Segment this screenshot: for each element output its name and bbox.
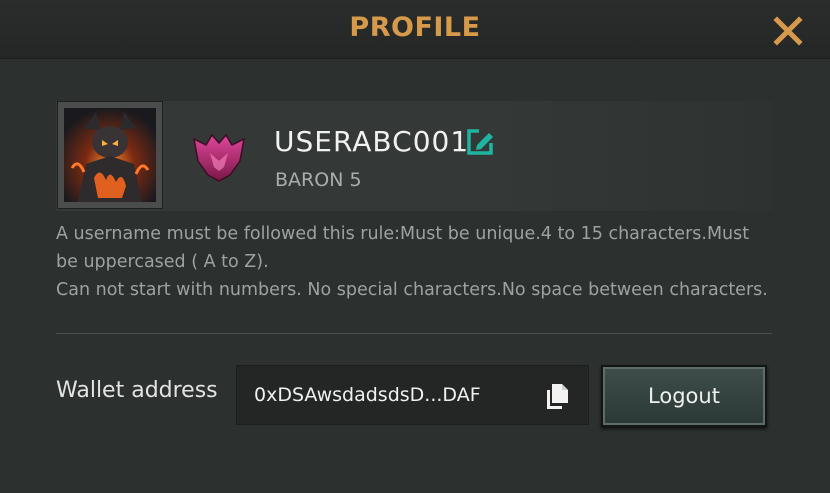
wallet-label: Wallet address bbox=[56, 378, 218, 403]
header-bar: PROFILE bbox=[0, 0, 830, 59]
edit-icon[interactable] bbox=[465, 127, 495, 157]
avatar bbox=[57, 101, 163, 209]
username: USERABC001 bbox=[274, 125, 470, 158]
username-rules: A username must be followed this rule:Mu… bbox=[56, 220, 776, 304]
divider bbox=[56, 333, 772, 334]
rule-line-1: A username must be followed this rule:Mu… bbox=[56, 224, 750, 272]
wallet-address-field: 0xDSAwsdadsdsD...DAF bbox=[236, 365, 589, 425]
close-icon[interactable] bbox=[770, 14, 806, 48]
logout-button[interactable]: Logout bbox=[601, 365, 767, 427]
avatar-image bbox=[64, 108, 156, 202]
rule-line-2: Can not start with numbers. No special c… bbox=[56, 280, 768, 300]
page-title: PROFILE bbox=[349, 12, 481, 43]
rank-label: BARON 5 bbox=[275, 169, 362, 191]
copy-icon[interactable] bbox=[543, 381, 571, 411]
wallet-address-value: 0xDSAwsdadsdsD...DAF bbox=[254, 384, 481, 406]
rank-emblem-icon bbox=[190, 131, 248, 185]
